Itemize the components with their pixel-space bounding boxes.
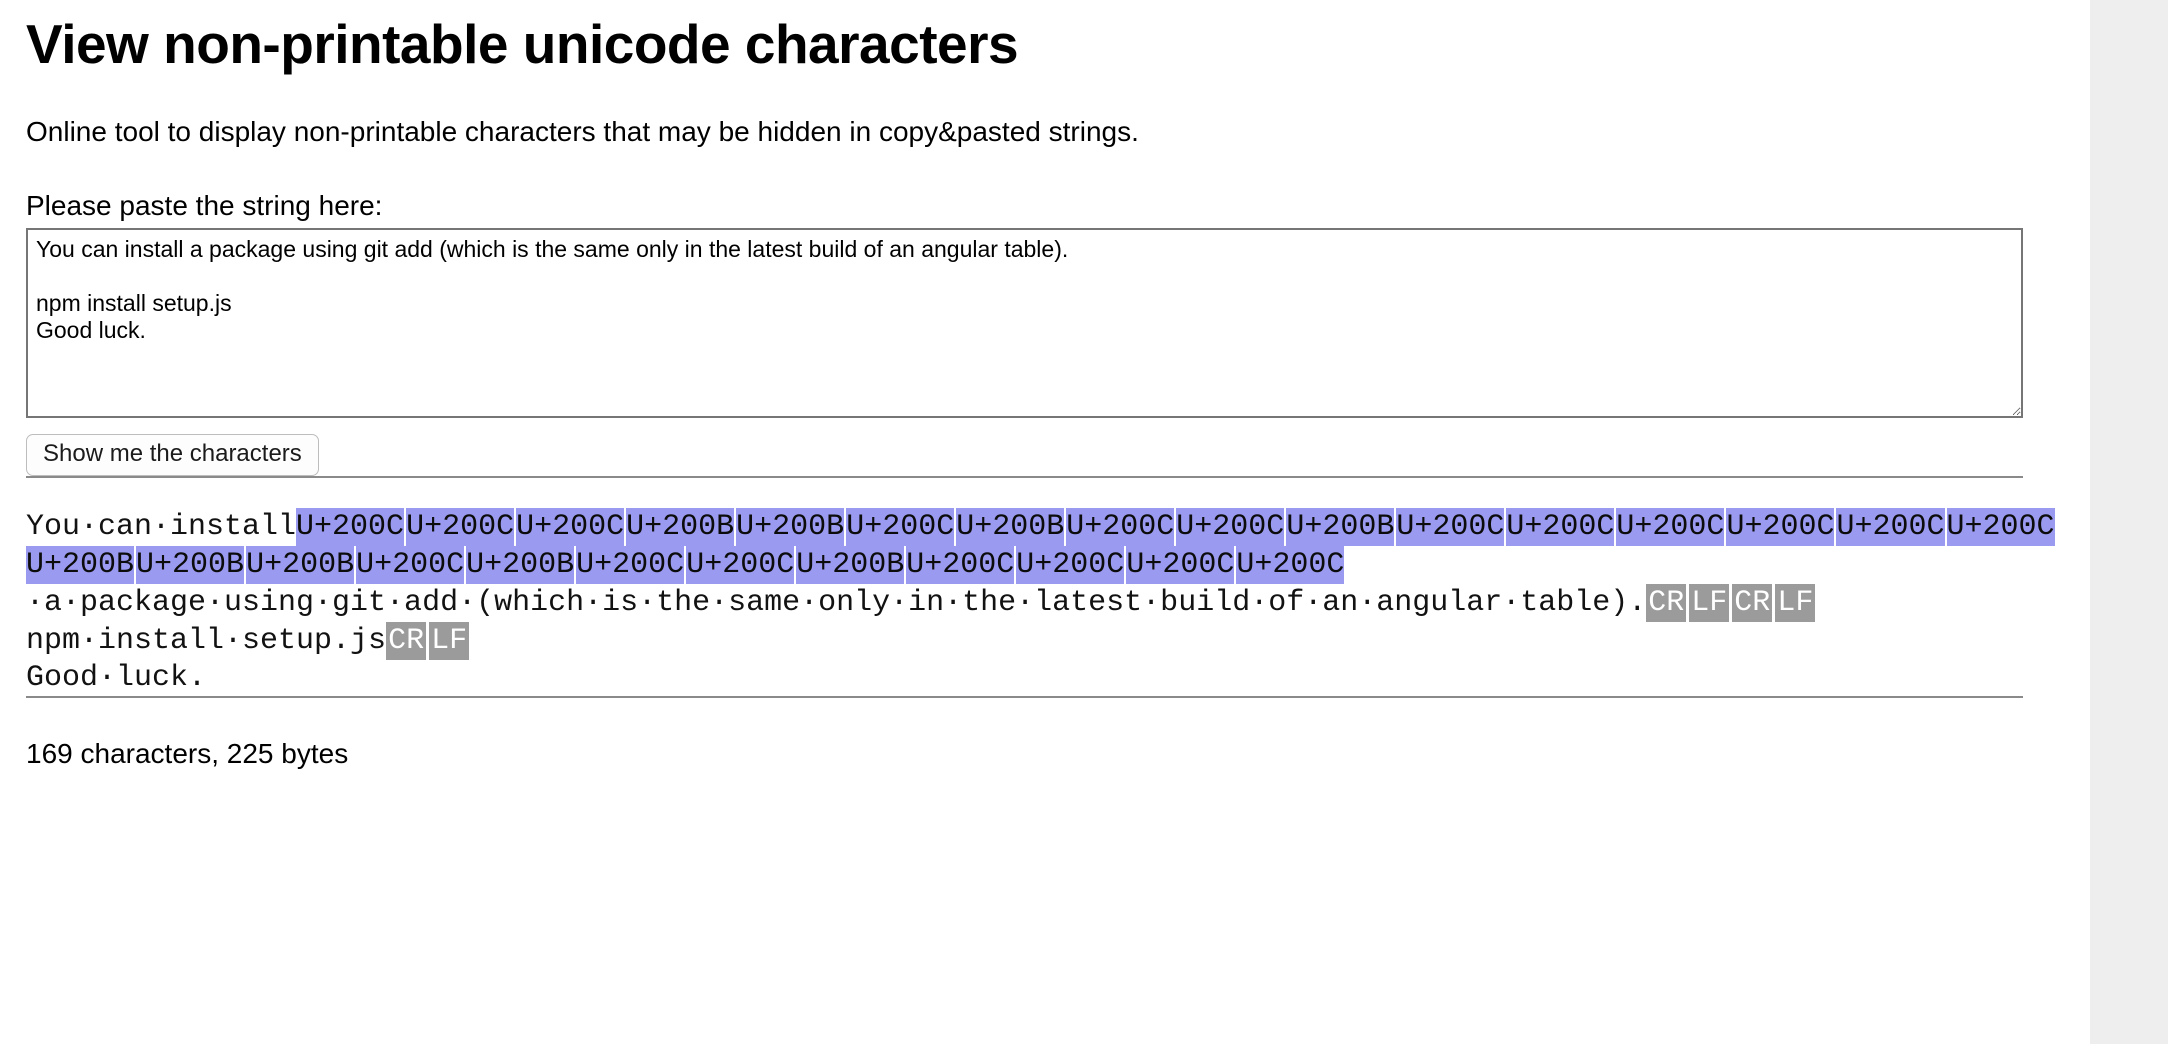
control-char-token: LF <box>429 621 470 660</box>
unicode-token: U+200C <box>1616 507 1725 546</box>
control-char-token: LF <box>1689 583 1730 622</box>
unicode-token: U+200B <box>1286 507 1395 546</box>
control-char-token: CR <box>1732 583 1773 622</box>
unicode-token: U+200B <box>26 545 135 584</box>
unicode-token: U+200C <box>576 545 685 584</box>
unicode-token: U+200C <box>296 507 405 546</box>
unicode-token: U+200C <box>356 545 465 584</box>
paste-field-label: Please paste the string here: <box>26 189 383 221</box>
paste-input-wrapper <box>26 227 2064 418</box>
unicode-token: U+200B <box>956 507 1065 546</box>
unicode-token: U+200C <box>1836 507 1945 546</box>
submit-row: Show me the characters <box>26 433 2064 476</box>
divider-bottom <box>26 695 2023 698</box>
unicode-token: U+200C <box>686 545 795 584</box>
unicode-token: U+200B <box>246 545 355 584</box>
result-output: You·can·installU+200CU+200CU+200CU+200BU… <box>26 507 2086 696</box>
unicode-token: U+200C <box>1176 507 1285 546</box>
unicode-token: U+200C <box>1506 507 1615 546</box>
plain-text-run: ·a·package·using·git·add·(which·is·the·s… <box>26 585 1647 620</box>
page-container: View non-printable unicode characters On… <box>0 0 2090 1044</box>
unicode-token: U+200C <box>516 507 625 546</box>
divider-top <box>26 475 2023 478</box>
unicode-token: U+200B <box>136 545 245 584</box>
page-title: View non-printable unicode characters <box>26 13 1019 75</box>
unicode-token: U+200B <box>736 507 845 546</box>
character-count-summary: 169 characters, 225 bytes <box>26 737 349 769</box>
unicode-token: U+200C <box>1126 545 1235 584</box>
plain-text-run: npm·install·setup.js <box>26 623 387 658</box>
unicode-token: U+200C <box>1396 507 1505 546</box>
control-char-token: CR <box>386 621 427 660</box>
unicode-token: U+200C <box>1016 545 1125 584</box>
unicode-token: U+200C <box>1946 507 2055 546</box>
page-right-gutter <box>2090 0 2168 1044</box>
control-char-token: CR <box>1646 583 1687 622</box>
unicode-token: U+200B <box>466 545 575 584</box>
paste-string-textarea[interactable] <box>26 227 2023 418</box>
unicode-token: U+200B <box>796 545 905 584</box>
unicode-token: U+200C <box>1066 507 1175 546</box>
unicode-token: U+200C <box>906 545 1015 584</box>
unicode-token: U+200C <box>846 507 955 546</box>
unicode-token: U+200C <box>1236 545 1345 584</box>
page-description: Online tool to display non-printable cha… <box>26 115 1139 147</box>
control-char-token: LF <box>1775 583 1816 622</box>
unicode-token: U+200C <box>406 507 515 546</box>
unicode-token: U+200C <box>1726 507 1835 546</box>
plain-text-run: Good·luck. <box>26 660 207 695</box>
show-characters-button[interactable]: Show me the characters <box>26 433 319 476</box>
plain-text-run: You·can·install <box>26 509 297 544</box>
unicode-token: U+200B <box>626 507 735 546</box>
